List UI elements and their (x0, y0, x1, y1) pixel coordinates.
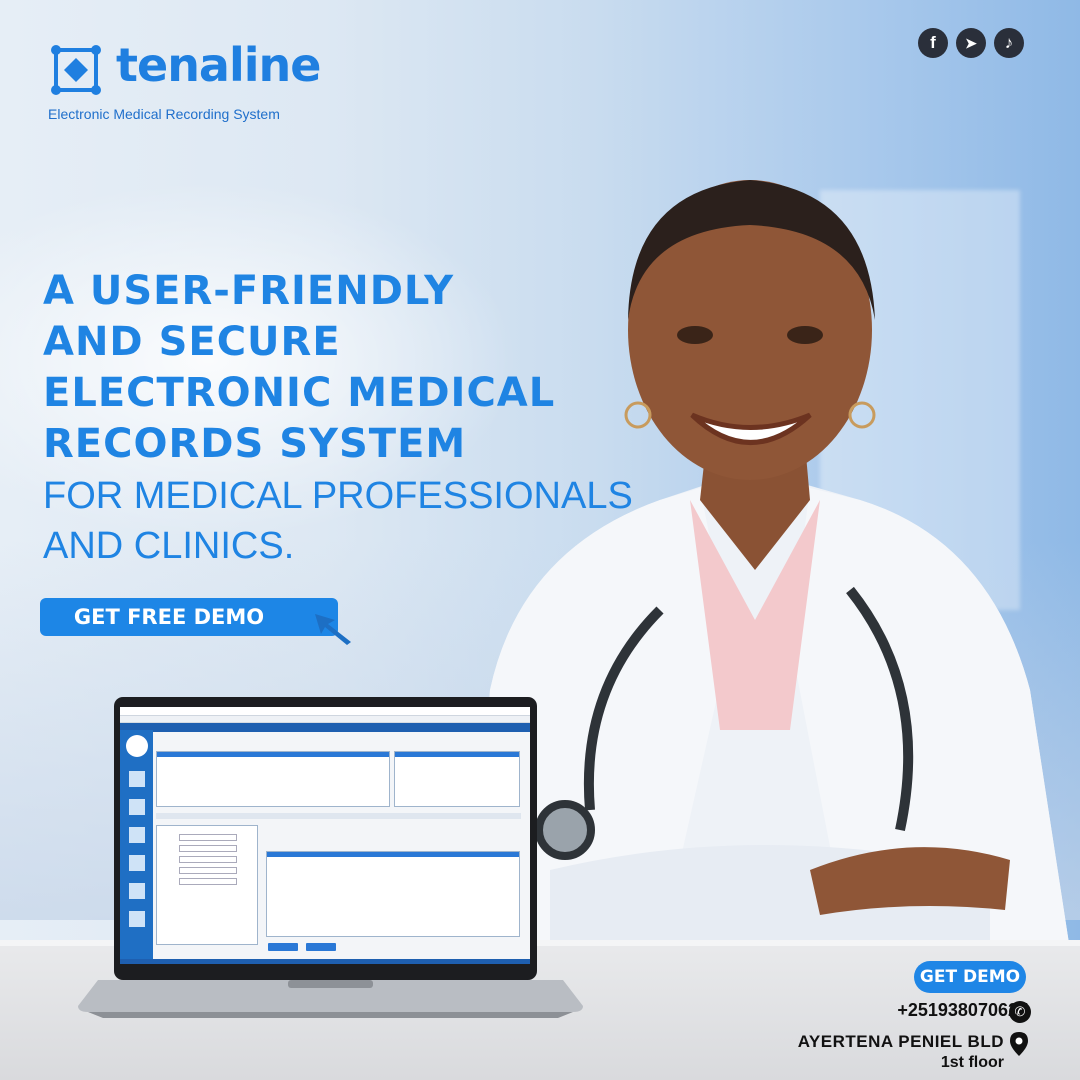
location-pin-icon (1010, 1032, 1028, 1056)
facebook-icon[interactable]: f (918, 28, 948, 58)
phone-icon: ✆ (1009, 1001, 1031, 1023)
social-links: f ➤ ♪ (918, 28, 1024, 58)
headline-line: ELECTRONIC MEDICAL (43, 370, 556, 416)
logo-mark-icon (51, 45, 101, 95)
headline-block: A USER-FRIENDLY AND SECURE ELECTRONIC ME… (43, 266, 633, 570)
ad-canvas: tenaline Electronic Medical Recording Sy… (0, 0, 1080, 1080)
address-line-2: 1st floor (940, 1054, 1004, 1071)
laptop-base (78, 980, 583, 1018)
brand-tagline: Electronic Medical Recording System (48, 106, 280, 122)
headline-line: RECORDS SYSTEM (43, 421, 467, 467)
subheadline-line: FOR MEDICAL PROFESSIONALS (43, 475, 633, 517)
laptop (78, 697, 583, 1027)
headline-line: A USER-FRIENDLY (43, 268, 455, 314)
get-demo-button[interactable]: GET DEMO (914, 961, 1026, 993)
brand-name: tenaline (116, 38, 321, 92)
headline-line: AND SECURE (43, 319, 341, 365)
get-free-demo-button[interactable]: GET FREE DEMO (40, 598, 338, 636)
subheadline-line: AND CLINICS. (43, 525, 295, 567)
address-line-1: AYERTENA PENIEL BLD (797, 1032, 1004, 1051)
cursor-arrow-icon (315, 614, 351, 645)
telegram-icon[interactable]: ➤ (956, 28, 986, 58)
tiktok-icon[interactable]: ♪ (994, 28, 1024, 58)
laptop-screen (120, 707, 530, 964)
